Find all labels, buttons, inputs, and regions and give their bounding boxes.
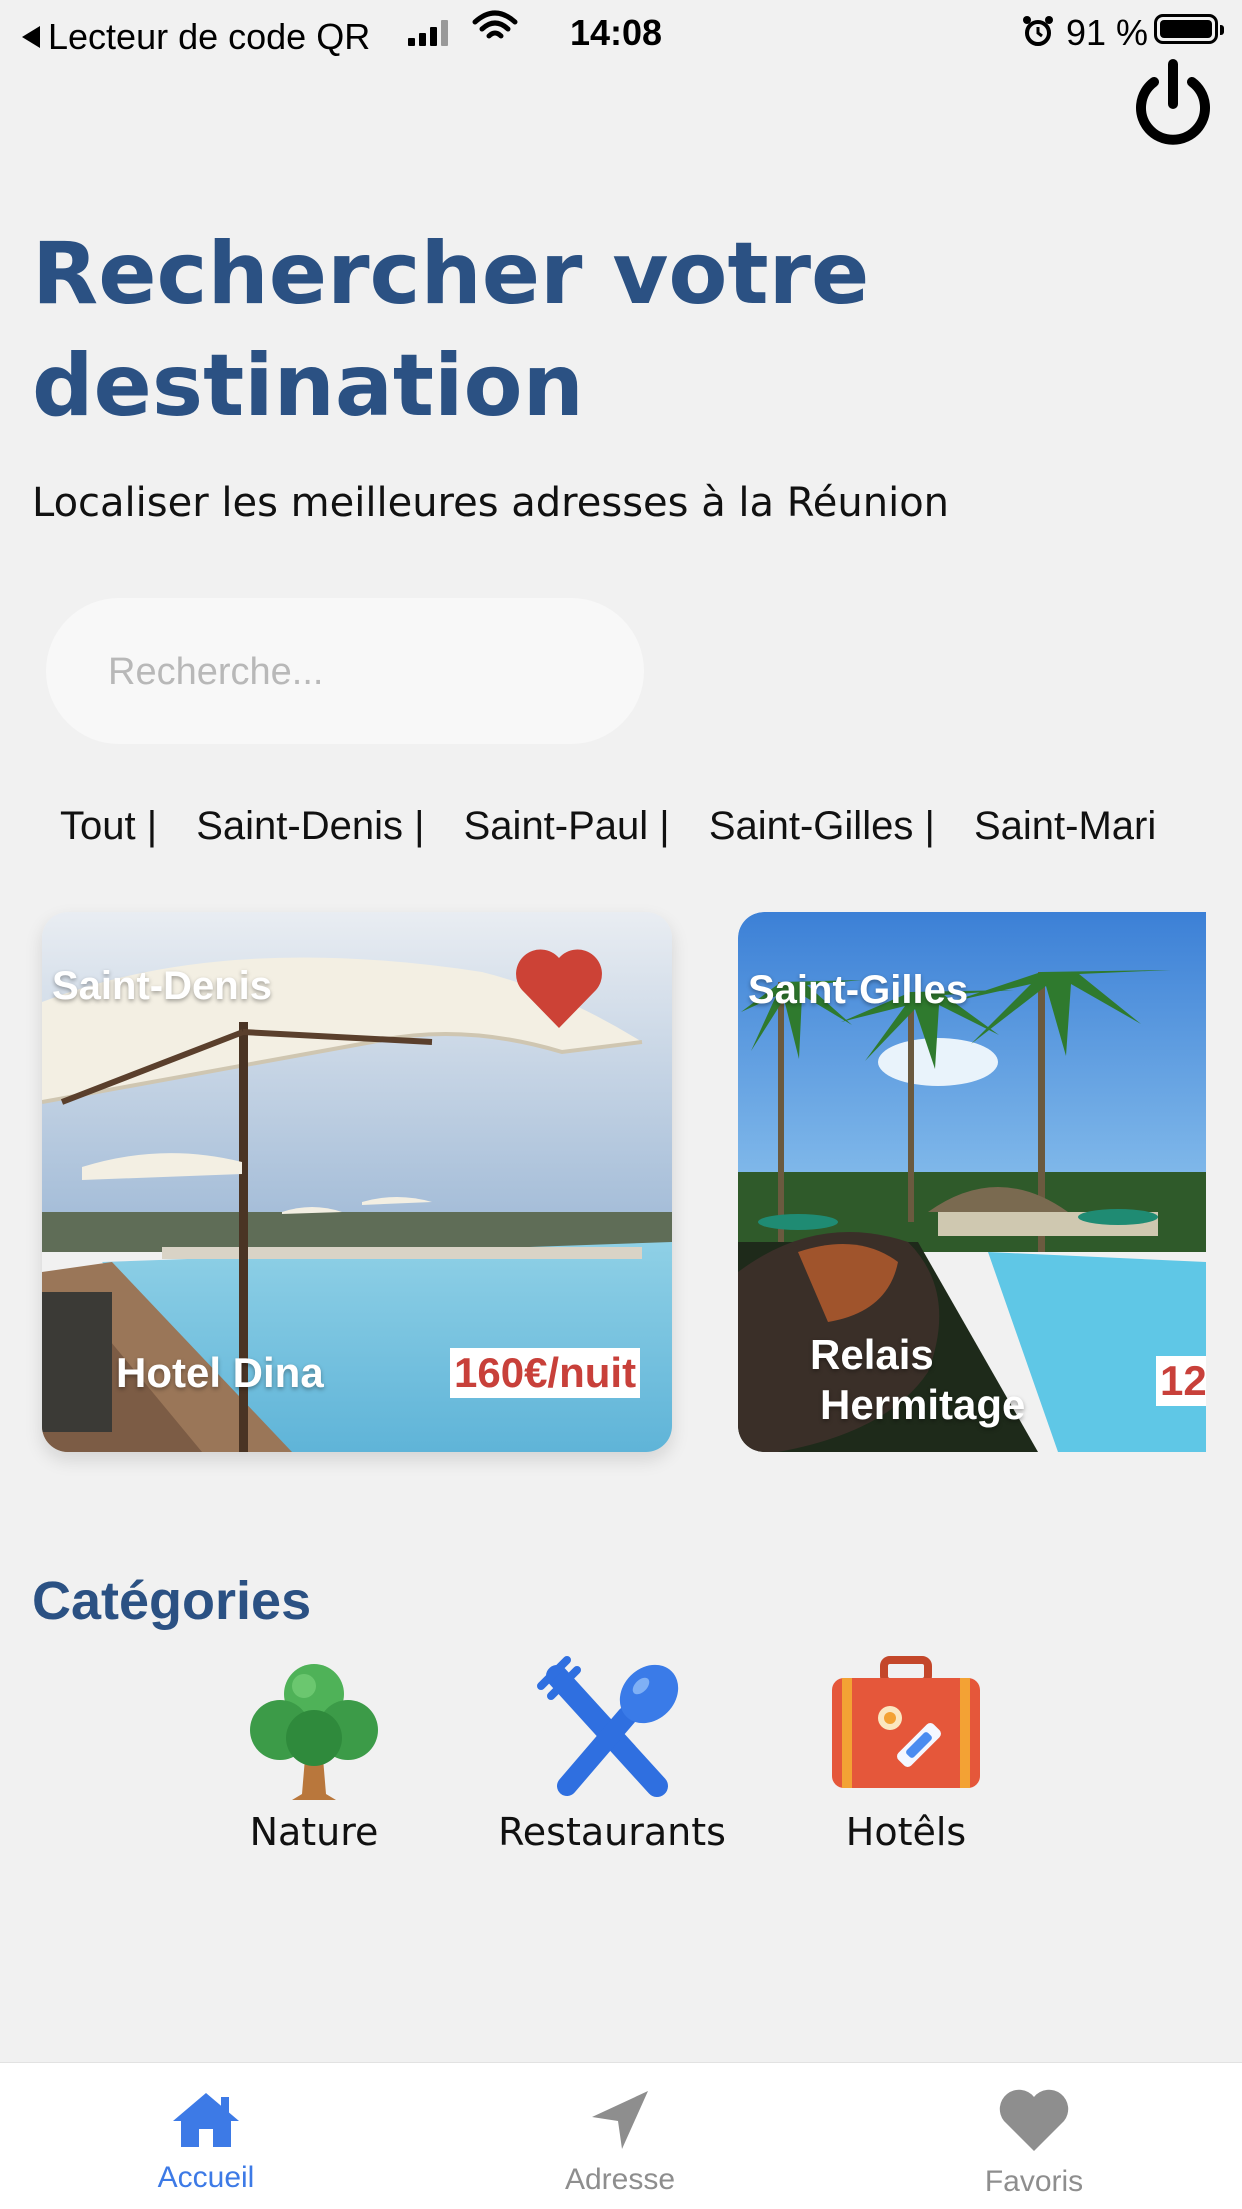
hotel-card-relais-hermitage[interactable]: Saint-Gilles Relais Hermitage 12 — [738, 912, 1242, 1452]
categories-title: Catégories — [32, 1571, 312, 1631]
city-filter-saint-gilles[interactable]: Saint-Gilles | — [709, 804, 935, 849]
tree-icon — [250, 1664, 378, 1800]
card-city-label: Saint-Denis — [52, 964, 273, 1008]
city-filter-saint-marie[interactable]: Saint-Mari — [974, 804, 1156, 849]
battery-icon — [1154, 14, 1224, 44]
status-bar: Lecteur de code QR 14:08 91 % — [0, 0, 1242, 62]
tab-adresse[interactable]: Adresse — [500, 2063, 740, 2209]
card-price: 12 — [1156, 1356, 1206, 1406]
search-box[interactable] — [46, 598, 644, 744]
home-icon — [173, 2093, 239, 2147]
tab-favoris[interactable]: Favoris — [914, 2063, 1154, 2209]
category-label: Restaurants — [498, 1810, 726, 1854]
card-price: 160€/nuit — [450, 1348, 641, 1398]
city-filter-tout[interactable]: Tout | — [60, 804, 157, 849]
page-title: Rechercher votre destination — [32, 224, 870, 436]
heart-icon — [999, 2089, 1069, 2151]
category-nature[interactable]: Nature — [232, 1656, 396, 1854]
back-arrow-icon — [22, 26, 40, 48]
fork-spoon-icon — [537, 1656, 679, 1797]
location-arrow-icon — [592, 2091, 648, 2149]
battery-percent: 91 % — [1066, 12, 1149, 53]
category-label: Nature — [249, 1810, 379, 1854]
suitcase-icon — [832, 1656, 980, 1788]
card-hotel-name: Hotel Dina — [116, 1349, 324, 1396]
city-filter-saint-denis[interactable]: Saint-Denis | — [196, 804, 424, 849]
back-to-app[interactable]: Lecteur de code QR — [22, 16, 370, 58]
category-restaurants[interactable]: Restaurants — [492, 1656, 732, 1854]
favorite-heart-icon[interactable] — [512, 946, 606, 1030]
search-input[interactable] — [106, 638, 590, 706]
tab-label: Favoris — [984, 2165, 1084, 2198]
city-filter-bar: Tout | Saint-Denis | Saint-Paul | Saint-… — [60, 804, 1242, 860]
alarm-icon — [1023, 16, 1053, 46]
card-city-label: Saint-Gilles — [748, 968, 969, 1012]
tab-bar: Accueil Adresse Favoris — [0, 2062, 1242, 2209]
category-hotels[interactable]: Hotêls — [800, 1656, 1012, 1854]
wifi-icon — [472, 10, 518, 39]
card-hotel-name-line2: Hermitage — [820, 1381, 1026, 1428]
back-app-label: Lecteur de code QR — [48, 16, 371, 57]
power-icon[interactable] — [1130, 58, 1216, 148]
hotel-card-hotel-dina[interactable]: Saint-Denis Hotel Dina 160€/nuit — [42, 912, 672, 1452]
cellular-signal-icon — [408, 20, 448, 46]
category-label: Hotêls — [845, 1810, 967, 1854]
card-hotel-name-line1: Relais — [810, 1331, 934, 1378]
tab-label: Adresse — [564, 2163, 676, 2196]
clock: 14:08 — [570, 12, 663, 53]
city-filter-saint-paul[interactable]: Saint-Paul | — [464, 804, 670, 849]
page-subtitle: Localiser les meilleures adresses à la R… — [32, 480, 950, 526]
tab-label: Accueil — [157, 2161, 255, 2194]
tab-accueil[interactable]: Accueil — [86, 2063, 326, 2209]
